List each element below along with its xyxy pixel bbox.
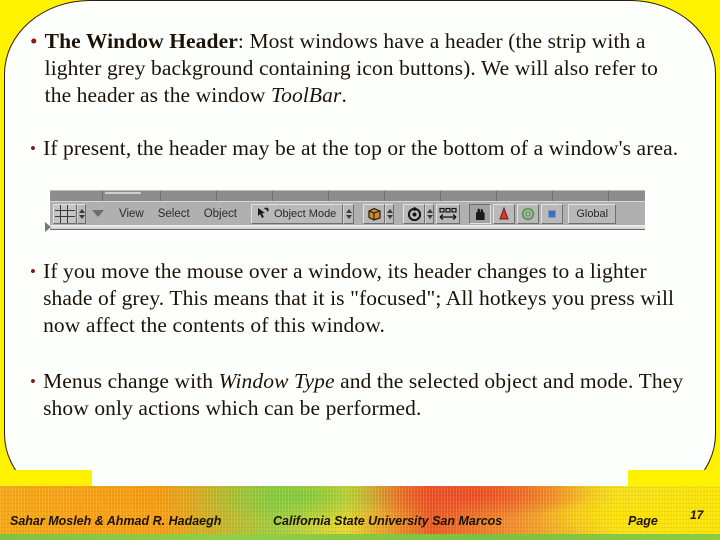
toolbar-top-strip <box>50 190 645 201</box>
bullet-pre: Menus change with <box>43 369 219 393</box>
footer-page-label: Page <box>628 514 658 528</box>
slide-footer: Sahar Mosleh & Ahmad R. Hadaegh Californ… <box>0 486 720 540</box>
manipulator-toggle-button[interactable] <box>541 203 564 224</box>
footer-institution: California State University San Marcos <box>273 514 503 528</box>
mode-selector-spinner-icon[interactable] <box>343 203 355 224</box>
toolbar-strip-divider <box>272 191 273 201</box>
toolbar-strip-divider <box>552 191 553 201</box>
toolbar-strip-divider <box>496 191 497 201</box>
toolbar-main-row: View Select Object Object Mode Global <box>50 201 645 225</box>
footer-authors: Sahar Mosleh & Ahmad R. Hadaegh <box>10 514 222 528</box>
toolbar-strip-divider <box>160 191 161 201</box>
footer-text-row: Sahar Mosleh & Ahmad R. Hadaegh Californ… <box>0 486 720 534</box>
window-type-spinner-icon[interactable] <box>77 203 86 224</box>
bullet-emphasis-window-type: Window Type <box>218 369 335 393</box>
bullet-tail: . <box>341 83 347 107</box>
bullet-dot-icon: • <box>30 139 37 158</box>
bullet-list: • The Window Header: Most windows have a… <box>0 0 720 470</box>
toolbar-strip-divider <box>440 191 441 201</box>
bullet-text-header-position: If present, the header may be at the top… <box>43 136 679 160</box>
menu-view[interactable]: View <box>112 204 151 224</box>
bullet-text-window-header: The Window Header: Most windows have a h… <box>45 28 690 109</box>
hand-icon <box>476 208 485 220</box>
toolbar-strip-divider <box>384 191 385 201</box>
bullet-item-focus-behavior: • If you move the mouse over a window, i… <box>30 258 690 339</box>
pivot-spinner-icon[interactable] <box>425 203 435 224</box>
shading-solid-icon <box>368 207 381 221</box>
translate-manipulator-button[interactable] <box>469 203 492 224</box>
object-mode-cursor-icon <box>257 207 269 218</box>
transform-orientation-select[interactable]: Global <box>568 203 617 224</box>
toolbar-scroll-arrow-icon[interactable] <box>45 222 51 232</box>
pivot-median-point-icon <box>407 206 421 221</box>
bullet-item-menus-change: • Menus change with Window Type and the … <box>30 368 690 422</box>
pivot-button[interactable] <box>403 203 426 224</box>
toolbar-strip-highlight <box>105 192 141 194</box>
window-type-button[interactable] <box>53 203 77 224</box>
toolbar-strip-divider <box>216 191 217 201</box>
slide: • The Window Header: Most windows have a… <box>0 0 720 540</box>
toolbar-strip-divider <box>608 191 609 201</box>
footer-green-strip <box>0 534 720 540</box>
scale-manipulator-button[interactable] <box>517 203 540 224</box>
grid-icon <box>55 204 75 223</box>
bullet-item-window-header: • The Window Header: Most windows have a… <box>30 28 690 109</box>
rotate-manipulator-button[interactable] <box>493 203 516 224</box>
bullet-dot-icon: • <box>30 29 38 53</box>
bullet-lead-bold: The Window Header <box>44 29 238 53</box>
square-icon <box>548 210 556 217</box>
bullet-dot-icon: • <box>30 372 37 391</box>
mode-selector-button[interactable]: Object Mode <box>250 203 344 224</box>
layers-button[interactable] <box>436 203 461 224</box>
toolbar-strip-divider <box>328 191 329 201</box>
draw-type-spinner-icon[interactable] <box>385 203 395 224</box>
bullet-item-header-position: • If present, the header may be at the t… <box>30 135 680 162</box>
draw-type-button[interactable] <box>363 203 386 224</box>
footer-page-number: 17 <box>690 508 704 522</box>
bullet-dot-icon: • <box>30 262 37 281</box>
triangle-down-icon[interactable] <box>92 210 104 217</box>
bullet-text-menus-change: Menus change with Window Type and the se… <box>43 368 690 422</box>
blender-toolbar-screenshot: View Select Object Object Mode Global <box>45 190 645 232</box>
cone-icon <box>499 206 510 219</box>
toolbar-bottom-edge <box>50 225 645 230</box>
bullet-emphasis-toolbar: ToolBar <box>271 83 342 107</box>
menu-select[interactable]: Select <box>151 204 197 224</box>
mode-selector-label: Object Mode <box>273 207 337 220</box>
toolbar-strip-divider <box>102 191 103 201</box>
transform-orientation-label: Global <box>576 207 609 220</box>
bullet-text-focus-behavior: If you move the mouse over a window, its… <box>43 259 675 337</box>
layers-icon <box>439 207 457 220</box>
circle-ring-icon <box>522 207 535 220</box>
menu-object[interactable]: Object <box>197 204 244 224</box>
